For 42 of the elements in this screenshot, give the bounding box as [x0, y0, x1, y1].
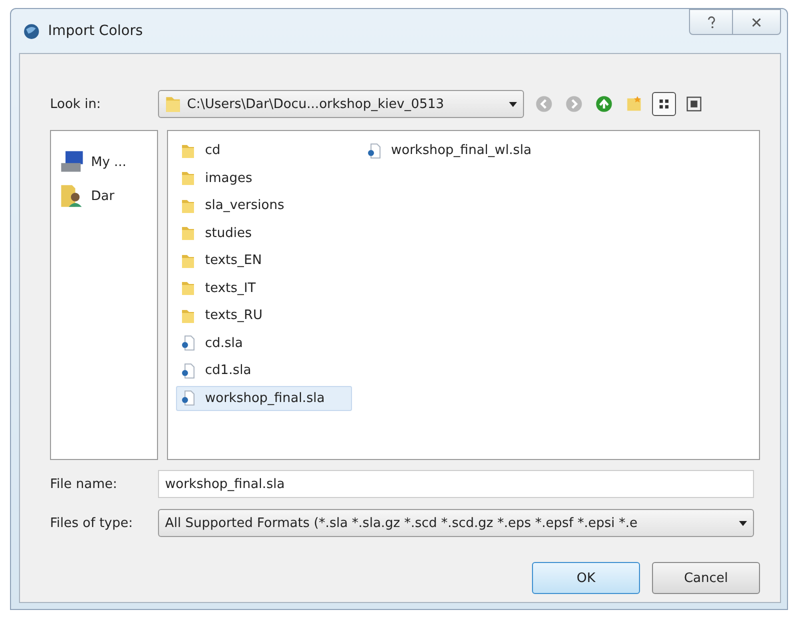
file-item[interactable]: images: [176, 166, 352, 190]
close-button[interactable]: [733, 9, 781, 35]
sidebar-item[interactable]: My ...: [55, 145, 153, 179]
file-type-label: Files of type:: [50, 516, 134, 530]
file-item[interactable]: studies: [176, 220, 352, 246]
folder-icon: [181, 279, 197, 297]
forward-icon: [565, 95, 583, 113]
detail-view-icon: [685, 95, 703, 113]
document-icon: [181, 389, 197, 407]
document-icon: [181, 362, 197, 380]
file-item[interactable]: texts_RU: [176, 303, 352, 328]
list-view-button[interactable]: [652, 92, 676, 116]
folder-icon: [181, 169, 197, 187]
file-item[interactable]: texts_EN: [176, 248, 352, 273]
folder-icon: [181, 224, 197, 242]
file-item[interactable]: workshop_final.sla: [176, 386, 352, 410]
help-button[interactable]: [689, 9, 733, 35]
caret-icon: [509, 102, 517, 106]
file-item[interactable]: cd: [176, 138, 352, 163]
dialog-button[interactable]: Cancel: [652, 562, 760, 594]
computer-icon: [59, 149, 85, 175]
file-type-dropdown[interactable]: All Supported Formats (*.sla *.sla.gz *.scd *.scd.gz *.eps *.epsf *.epsi *.e: [158, 509, 754, 537]
document-icon: [367, 142, 383, 160]
look-in-dropdown[interactable]: C:\Users\Dar\Docu...orkshop_kiev_0513: [158, 90, 524, 118]
look-in-label: Look in:: [50, 96, 102, 112]
file-item[interactable]: workshop_final_wl.sla: [362, 138, 538, 163]
back-icon: [535, 95, 553, 113]
document-icon: [181, 334, 197, 352]
window-title: Import Colors: [48, 23, 143, 39]
new-folder-icon: [625, 95, 643, 113]
folder-icon: [165, 94, 181, 114]
up-icon: [595, 95, 613, 113]
caret-icon: [739, 520, 747, 526]
file-name-field[interactable]: workshop_final.sla: [158, 470, 754, 498]
globe-icon: [23, 22, 40, 40]
file-item[interactable]: cd.sla: [176, 330, 352, 356]
dialog-button[interactable]: OK: [532, 562, 640, 594]
file-item[interactable]: cd1.sla: [176, 358, 352, 383]
file-item[interactable]: texts_IT: [176, 276, 352, 300]
file-name-label: File name:: [50, 476, 118, 492]
sidebar-item[interactable]: Dar: [55, 179, 153, 213]
file-item[interactable]: sla_versions: [176, 193, 352, 218]
